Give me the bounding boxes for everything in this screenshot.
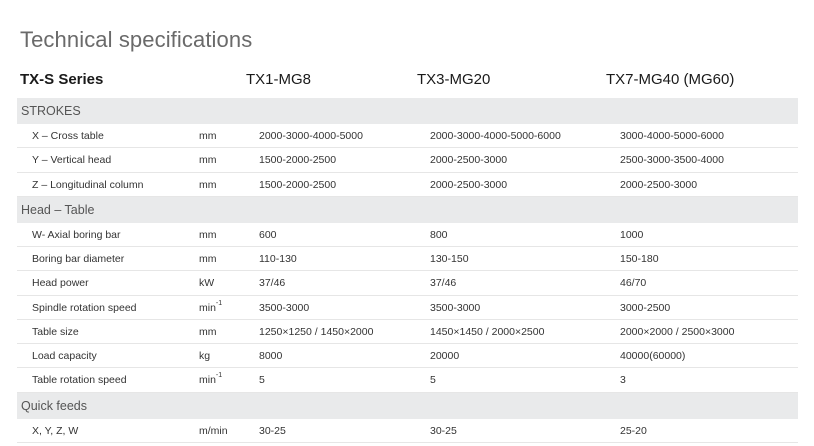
section-header: STROKES: [17, 98, 798, 124]
spec-unit-text: mm: [199, 178, 217, 191]
spec-value-model-1: 1500-2000-2500: [259, 178, 337, 191]
spec-value-model-2: 3500-3000: [430, 301, 481, 314]
spec-table: STROKES X – Cross table mm 2000-3000-4000-5…: [17, 98, 798, 443]
spec-value-model-3: 25-20: [620, 424, 647, 437]
spec-value-model-3: 2500-3000-3500-4000: [620, 154, 724, 167]
spec-label: Table size: [32, 325, 79, 338]
spec-unit: kW: [199, 277, 214, 289]
spec-label: Spindle rotation speed: [32, 301, 137, 314]
spec-label: Boring bar diameter: [32, 253, 125, 265]
spec-value-model-2: 37/46: [430, 277, 457, 290]
spec-value-model-1: 1250×1250 / 1450×2000: [259, 325, 374, 338]
spec-row: Table size mm 1250×1250 / 1450×2000 1450×14…: [17, 320, 798, 344]
spec-unit-text: mm: [199, 130, 217, 142]
spec-row: Head power kW 37/46 37/46 46/70: [17, 271, 798, 296]
spec-value-model-2: 30-25: [430, 424, 457, 437]
spec-value-model-3: 150-180: [620, 253, 659, 265]
model-header-2: TX3-MG20: [417, 71, 491, 88]
series-name: TX-S Series: [20, 71, 104, 88]
spec-value-model-3: 3000-4000-5000-6000: [620, 130, 724, 142]
spec-row: W- Axial boring bar mm 600 800 1000: [17, 223, 798, 247]
spec-value-model-2: 2000-2500-3000: [430, 178, 508, 191]
spec-unit: mm: [199, 326, 217, 338]
spec-value-model-3: 2000×2000 / 2500×3000: [620, 325, 735, 338]
spec-unit-text: mm: [199, 154, 217, 167]
model-header-3: TX7-MG40 (MG60): [606, 71, 735, 88]
spec-row: Z – Longitudinal column mm 1500-2000-2500 2…: [17, 173, 798, 197]
spec-unit: min-1: [199, 299, 223, 314]
spec-unit: mm: [199, 229, 217, 241]
spec-unit: mm: [199, 154, 217, 166]
spec-value-model-2: 5: [430, 374, 436, 387]
spec-label: W- Axial boring bar: [32, 228, 121, 241]
spec-row: Table rotation speed min-1 5 5 3: [17, 368, 798, 393]
spec-value-model-3: 46/70: [620, 277, 647, 290]
spec-unit: min-1: [199, 372, 223, 387]
spec-value-model-3: 3000-2500: [620, 301, 671, 314]
spec-unit-text: min: [199, 301, 216, 314]
spec-row: Load capacity kg 8000 20000 40000(60000): [17, 344, 798, 369]
spec-value-model-3: 40000(60000): [620, 350, 686, 362]
spec-label: Z – Longitudinal column: [32, 178, 144, 191]
spec-unit-text: mm: [199, 228, 217, 241]
section-label: STROKES: [21, 104, 81, 118]
spec-label: Load capacity: [32, 350, 97, 362]
spec-unit-text: mm: [199, 325, 217, 338]
spec-value-model-1: 3500-3000: [259, 301, 310, 314]
spec-value-model-2: 1450×1450 / 2000×2500: [430, 325, 545, 338]
spec-unit-text: kW: [199, 277, 215, 290]
spec-label: Table rotation speed: [32, 374, 127, 387]
spec-unit-text: min: [199, 374, 216, 387]
spec-unit-text: m/min: [199, 424, 228, 437]
section-label: Quick feeds: [21, 398, 88, 413]
spec-label: Y – Vertical head: [32, 154, 112, 167]
spec-value-model-1: 600: [259, 228, 277, 241]
spec-value-model-3: 3: [620, 374, 626, 387]
spec-value-model-3: 2000-2500-3000: [620, 178, 698, 191]
model-header-1: TX1-MG8: [246, 71, 312, 88]
section-header: Quick feeds: [17, 392, 798, 419]
spec-row: Y – Vertical head mm 1500-2000-2500 2000-25…: [17, 148, 798, 173]
spec-unit: m/min: [199, 425, 228, 437]
spec-value-model-2: 2000-3000-4000-5000-6000: [430, 130, 561, 142]
spec-value-model-1: 8000: [259, 350, 283, 362]
spec-label: X – Cross table: [32, 130, 104, 142]
spec-value-model-2: 800: [430, 228, 448, 241]
spec-value-model-1: 30-25: [259, 424, 286, 437]
spec-table-header: TX-S Series TX1-MG8 TX3-MG20 TX7-MG40 (M…: [0, 68, 814, 94]
section-label: Head – Table: [21, 202, 95, 217]
spec-unit-text: mm: [199, 253, 217, 265]
spec-unit-superscript: -1: [215, 299, 223, 307]
spec-unit: mm: [199, 179, 217, 191]
spec-value-model-2: 2000-2500-3000: [430, 154, 508, 167]
page-title: Technical specifications: [20, 26, 253, 52]
spec-unit-superscript: -1: [215, 372, 223, 380]
spec-value-model-1: 2000-3000-4000-5000: [259, 130, 363, 142]
spec-unit: mm: [199, 130, 217, 142]
spec-row: X, Y, Z, W m/min 30-25 30-25 25-20: [17, 419, 798, 443]
spec-label: Head power: [32, 277, 89, 290]
spec-row: Boring bar diameter mm 110-130 130-150 150-1…: [17, 247, 798, 272]
spec-unit: mm: [199, 253, 217, 265]
spec-value-model-1: 1500-2000-2500: [259, 154, 337, 167]
spec-value-model-2: 20000: [430, 350, 460, 362]
spec-unit-text: kg: [199, 350, 211, 362]
spec-row: Spindle rotation speed min-1 3500-3000 3500…: [17, 296, 798, 320]
section-header: Head – Table: [17, 196, 798, 223]
spec-unit: kg: [199, 350, 210, 362]
spec-row: X – Cross table mm 2000-3000-4000-5000 2000…: [17, 124, 798, 149]
spec-label: X, Y, Z, W: [32, 424, 79, 437]
spec-value-model-1: 5: [259, 374, 265, 387]
spec-value-model-1: 110-130: [259, 253, 297, 265]
spec-value-model-2: 130-150: [430, 253, 469, 265]
spec-value-model-1: 37/46: [259, 277, 286, 290]
spec-value-model-3: 1000: [620, 228, 644, 241]
